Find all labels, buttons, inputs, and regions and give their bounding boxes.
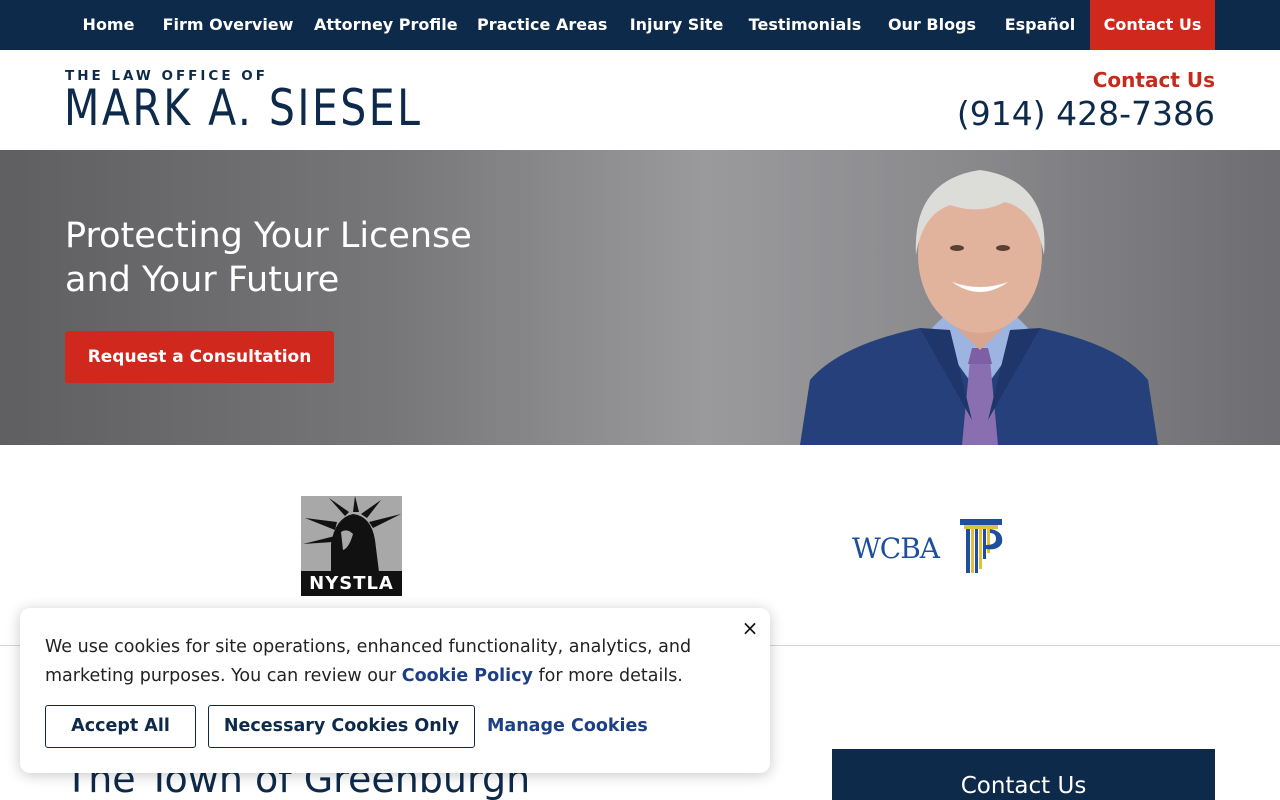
nav-contact-us[interactable]: Contact Us xyxy=(1090,0,1215,50)
cookie-policy-link[interactable]: Cookie Policy xyxy=(402,666,533,686)
accept-all-button[interactable]: Accept All xyxy=(45,705,196,748)
logo-title: MARK A. SIESEL xyxy=(64,79,423,137)
wcba-label: WCBA xyxy=(852,532,940,565)
site-header: THE LAW OFFICE OF MARK A. SIESEL Contact… xyxy=(0,50,1280,150)
nav-attorney-profile[interactable]: Attorney Profile xyxy=(314,0,458,50)
nav-home[interactable]: Home xyxy=(66,0,151,50)
cookie-message: We use cookies for site operations, enha… xyxy=(45,633,725,691)
necessary-cookies-button[interactable]: Necessary Cookies Only xyxy=(208,705,475,748)
nav-our-blogs[interactable]: Our Blogs xyxy=(884,0,980,50)
header-contact-link[interactable]: Contact Us xyxy=(1093,68,1215,92)
sidebar-contact-box: Contact Us xyxy=(832,749,1215,800)
top-navigation: Home Firm Overview Attorney Profile Prac… xyxy=(0,0,1280,50)
statue-of-liberty-icon xyxy=(303,496,401,572)
hero-banner: Protecting Your License and Your Future … xyxy=(0,150,1280,445)
nav-testimonials[interactable]: Testimonials xyxy=(746,0,864,50)
sidebar-contact-title: Contact Us xyxy=(960,773,1087,799)
nav-injury-site[interactable]: Injury Site xyxy=(627,0,726,50)
hero-title: Protecting Your License and Your Future xyxy=(65,214,585,302)
request-consultation-button[interactable]: Request a Consultation xyxy=(65,331,334,383)
nystla-logo[interactable]: NYSTLA xyxy=(301,496,402,596)
close-icon[interactable]: × xyxy=(740,618,760,638)
manage-cookies-link[interactable]: Manage Cookies xyxy=(487,705,648,748)
nystla-label: NYSTLA xyxy=(301,571,402,596)
hero-title-line-2: and Your Future xyxy=(65,260,340,300)
attorney-photo xyxy=(800,170,1158,445)
nav-espanol[interactable]: Español xyxy=(1000,0,1080,50)
cookie-banner: × We use cookies for site operations, en… xyxy=(20,608,770,773)
column-icon xyxy=(960,519,1003,573)
hero-title-line-1: Protecting Your License xyxy=(65,216,472,256)
header-phone-link[interactable]: (914) 428-7386 xyxy=(957,94,1215,133)
nav-practice-areas[interactable]: Practice Areas xyxy=(477,0,607,50)
cookie-message-text-end: for more details. xyxy=(532,666,683,686)
nav-firm-overview[interactable]: Firm Overview xyxy=(162,0,294,50)
wcba-logo[interactable]: WCBA xyxy=(852,517,1004,575)
